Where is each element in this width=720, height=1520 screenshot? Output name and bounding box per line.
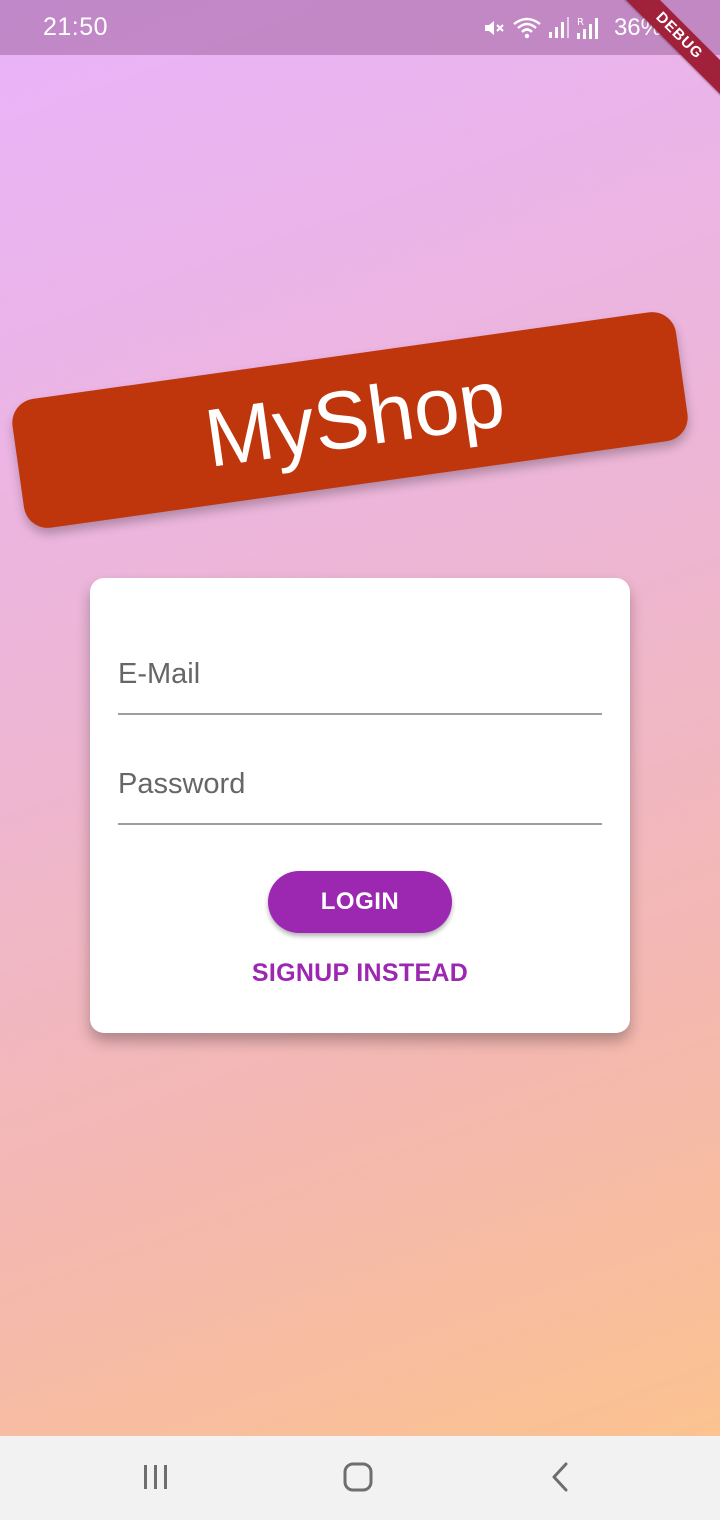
mute-icon	[482, 16, 506, 40]
title-banner: MyShop	[9, 309, 691, 531]
navigation-bar	[0, 1436, 720, 1520]
status-icons: R 36%	[482, 11, 662, 45]
app-title: MyShop	[199, 352, 511, 485]
home-icon	[342, 1461, 374, 1498]
email-field[interactable]	[118, 625, 602, 713]
back-button[interactable]	[530, 1456, 590, 1502]
login-button[interactable]: LOGIN	[268, 871, 452, 933]
wifi-icon	[512, 16, 542, 40]
signup-instead-button[interactable]: SIGNUP INSTEAD	[230, 950, 490, 996]
auth-card: LOGIN SIGNUP INSTEAD	[90, 578, 630, 1033]
svg-text:R: R	[577, 17, 584, 28]
recents-button[interactable]	[126, 1456, 186, 1502]
password-field-container	[118, 735, 602, 825]
home-button[interactable]	[328, 1456, 388, 1502]
back-icon	[548, 1461, 572, 1498]
signal-r-icon: R	[576, 15, 602, 41]
status-bar: 21:50 R 36%	[0, 0, 720, 55]
password-field[interactable]	[118, 735, 602, 823]
signal-icon	[548, 16, 570, 40]
email-field-container	[118, 625, 602, 715]
status-time: 21:50	[43, 13, 109, 41]
recents-icon	[141, 1463, 171, 1496]
